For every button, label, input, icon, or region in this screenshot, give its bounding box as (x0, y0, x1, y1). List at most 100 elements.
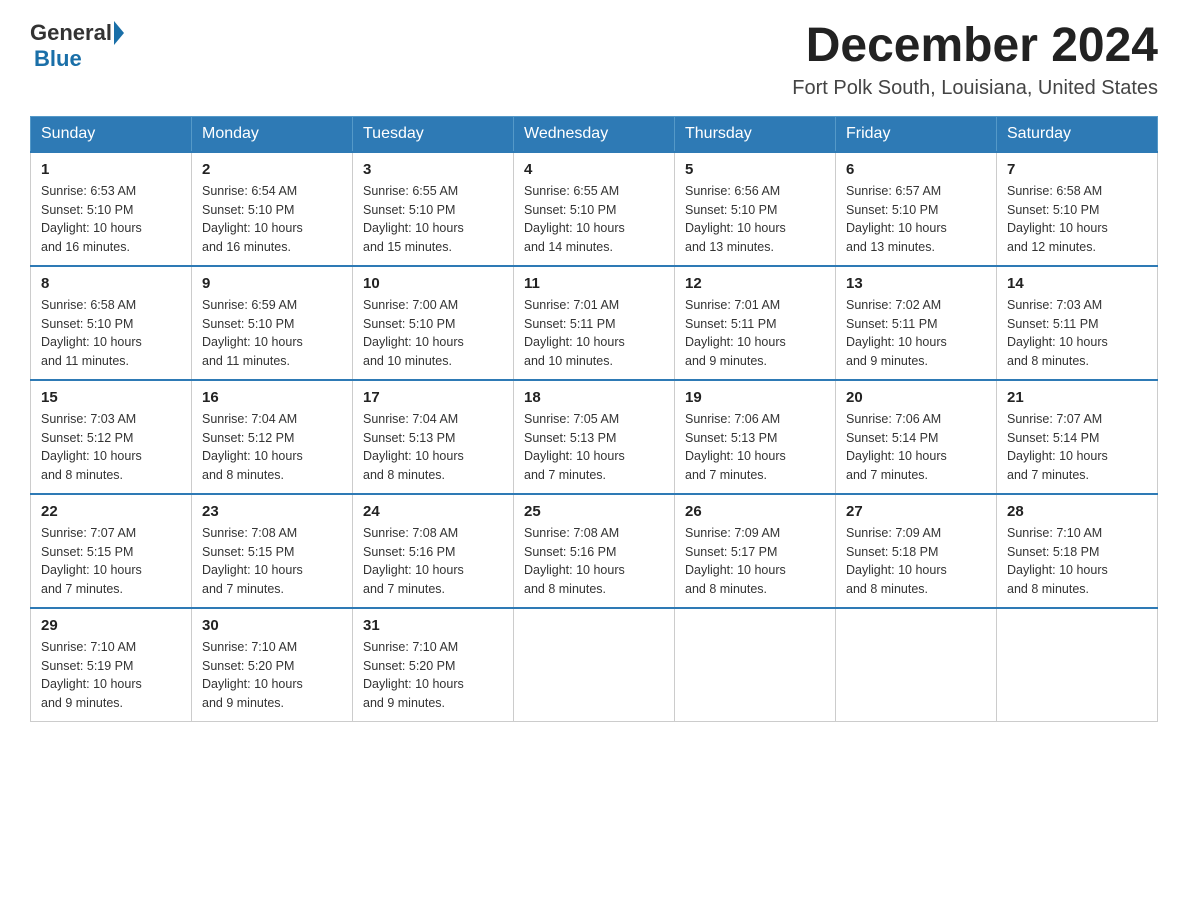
calendar-cell: 3Sunrise: 6:55 AMSunset: 5:10 PMDaylight… (353, 152, 514, 266)
header-sunday: Sunday (31, 116, 192, 152)
calendar-cell: 7 Sunrise: 6:58 AMSunset: 5:10 PMDaylight… (997, 152, 1158, 266)
day-number: 7 (1007, 161, 1147, 178)
day-info: Sunrise: 6:58 AMSunset: 5:10 PMDaylight:… (41, 296, 181, 371)
day-info: Sunrise: 6:53 AMSunset: 5:10 PMDaylight:… (41, 182, 181, 257)
day-info: Sunrise: 7:01 AMSunset: 5:11 PMDaylight:… (524, 296, 664, 371)
day-info: Sunrise: 7:06 AMSunset: 5:13 PMDaylight:… (685, 410, 825, 485)
calendar-cell: 22 Sunrise: 7:07 AMSunset: 5:15 PMDayligh… (31, 494, 192, 608)
calendar-cell: 8 Sunrise: 6:58 AMSunset: 5:10 PMDaylight… (31, 266, 192, 380)
day-info: Sunrise: 7:02 AMSunset: 5:11 PMDaylight:… (846, 296, 986, 371)
calendar-cell (514, 608, 675, 722)
calendar-cell: 10 Sunrise: 7:00 AMSunset: 5:10 PMDayligh… (353, 266, 514, 380)
day-number: 2 (202, 161, 342, 178)
day-info: Sunrise: 7:08 AMSunset: 5:15 PMDaylight:… (202, 524, 342, 599)
calendar-header: SundayMondayTuesdayWednesdayThursdayFrid… (31, 116, 1158, 152)
location-title: Fort Polk South, Louisiana, United State… (792, 77, 1158, 100)
calendar-week-4: 22 Sunrise: 7:07 AMSunset: 5:15 PMDayligh… (31, 494, 1158, 608)
calendar-cell (836, 608, 997, 722)
calendar-cell: 16 Sunrise: 7:04 AMSunset: 5:12 PMDayligh… (192, 380, 353, 494)
day-info: Sunrise: 7:04 AMSunset: 5:13 PMDaylight:… (363, 410, 503, 485)
day-number: 6 (846, 161, 986, 178)
day-number: 10 (363, 275, 503, 292)
day-number: 31 (363, 617, 503, 634)
page-header: General Blue December 2024 Fort Polk Sou… (30, 20, 1158, 100)
day-number: 27 (846, 503, 986, 520)
calendar-cell: 12Sunrise: 7:01 AMSunset: 5:11 PMDayligh… (675, 266, 836, 380)
day-number: 5 (685, 161, 825, 178)
calendar-cell: 24 Sunrise: 7:08 AMSunset: 5:16 PMDayligh… (353, 494, 514, 608)
day-info: Sunrise: 6:58 AMSunset: 5:10 PMDaylight:… (1007, 182, 1147, 257)
logo-arrow-icon (114, 21, 124, 45)
day-number: 20 (846, 389, 986, 406)
day-info: Sunrise: 7:10 AMSunset: 5:20 PMDaylight:… (363, 638, 503, 713)
title-area: December 2024 Fort Polk South, Louisiana… (792, 20, 1158, 100)
calendar-cell (675, 608, 836, 722)
day-info: Sunrise: 6:55 AMSunset: 5:10 PMDaylight:… (524, 182, 664, 257)
day-number: 26 (685, 503, 825, 520)
day-info: Sunrise: 6:56 AMSunset: 5:10 PMDaylight:… (685, 182, 825, 257)
calendar-cell: 5 Sunrise: 6:56 AMSunset: 5:10 PMDaylight… (675, 152, 836, 266)
day-number: 30 (202, 617, 342, 634)
calendar-cell: 13 Sunrise: 7:02 AMSunset: 5:11 PMDayligh… (836, 266, 997, 380)
day-info: Sunrise: 6:54 AMSunset: 5:10 PMDaylight:… (202, 182, 342, 257)
day-info: Sunrise: 7:00 AMSunset: 5:10 PMDaylight:… (363, 296, 503, 371)
calendar-cell: 25Sunrise: 7:08 AMSunset: 5:16 PMDayligh… (514, 494, 675, 608)
day-info: Sunrise: 7:07 AMSunset: 5:15 PMDaylight:… (41, 524, 181, 599)
month-title: December 2024 (792, 20, 1158, 73)
header-monday: Monday (192, 116, 353, 152)
day-info: Sunrise: 7:05 AMSunset: 5:13 PMDaylight:… (524, 410, 664, 485)
calendar-cell: 14 Sunrise: 7:03 AMSunset: 5:11 PMDayligh… (997, 266, 1158, 380)
calendar-week-3: 15 Sunrise: 7:03 AMSunset: 5:12 PMDayligh… (31, 380, 1158, 494)
day-number: 25 (524, 503, 664, 520)
day-number: 15 (41, 389, 181, 406)
day-number: 1 (41, 161, 181, 178)
logo-general: General (30, 20, 112, 46)
day-number: 18 (524, 389, 664, 406)
calendar-cell: 11 Sunrise: 7:01 AMSunset: 5:11 PMDayligh… (514, 266, 675, 380)
calendar-cell: 18 Sunrise: 7:05 AMSunset: 5:13 PMDayligh… (514, 380, 675, 494)
header-friday: Friday (836, 116, 997, 152)
day-number: 21 (1007, 389, 1147, 406)
day-info: Sunrise: 7:10 AMSunset: 5:19 PMDaylight:… (41, 638, 181, 713)
day-number: 8 (41, 275, 181, 292)
day-info: Sunrise: 7:10 AMSunset: 5:18 PMDaylight:… (1007, 524, 1147, 599)
day-number: 9 (202, 275, 342, 292)
calendar-cell: 19Sunrise: 7:06 AMSunset: 5:13 PMDayligh… (675, 380, 836, 494)
day-number: 11 (524, 275, 664, 292)
day-info: Sunrise: 7:10 AMSunset: 5:20 PMDaylight:… (202, 638, 342, 713)
logo-blue: Blue (34, 46, 82, 72)
calendar-body: 1 Sunrise: 6:53 AMSunset: 5:10 PMDaylight… (31, 152, 1158, 722)
day-info: Sunrise: 6:57 AMSunset: 5:10 PMDaylight:… (846, 182, 986, 257)
day-info: Sunrise: 7:03 AMSunset: 5:11 PMDaylight:… (1007, 296, 1147, 371)
calendar-week-1: 1 Sunrise: 6:53 AMSunset: 5:10 PMDaylight… (31, 152, 1158, 266)
calendar-week-2: 8 Sunrise: 6:58 AMSunset: 5:10 PMDaylight… (31, 266, 1158, 380)
calendar-cell: 4Sunrise: 6:55 AMSunset: 5:10 PMDaylight… (514, 152, 675, 266)
day-number: 13 (846, 275, 986, 292)
calendar-cell: 1 Sunrise: 6:53 AMSunset: 5:10 PMDaylight… (31, 152, 192, 266)
day-number: 17 (363, 389, 503, 406)
header-tuesday: Tuesday (353, 116, 514, 152)
day-number: 22 (41, 503, 181, 520)
header-thursday: Thursday (675, 116, 836, 152)
calendar-cell: 31 Sunrise: 7:10 AMSunset: 5:20 PMDayligh… (353, 608, 514, 722)
day-info: Sunrise: 6:55 AMSunset: 5:10 PMDaylight:… (363, 182, 503, 257)
day-info: Sunrise: 7:01 AMSunset: 5:11 PMDaylight:… (685, 296, 825, 371)
day-number: 14 (1007, 275, 1147, 292)
logo: General Blue (30, 20, 126, 72)
calendar-cell: 29Sunrise: 7:10 AMSunset: 5:19 PMDayligh… (31, 608, 192, 722)
day-number: 24 (363, 503, 503, 520)
day-info: Sunrise: 7:04 AMSunset: 5:12 PMDaylight:… (202, 410, 342, 485)
day-number: 16 (202, 389, 342, 406)
calendar-cell (997, 608, 1158, 722)
header-wednesday: Wednesday (514, 116, 675, 152)
calendar-cell: 28Sunrise: 7:10 AMSunset: 5:18 PMDayligh… (997, 494, 1158, 608)
day-info: Sunrise: 7:03 AMSunset: 5:12 PMDaylight:… (41, 410, 181, 485)
calendar-cell: 27Sunrise: 7:09 AMSunset: 5:18 PMDayligh… (836, 494, 997, 608)
day-info: Sunrise: 7:08 AMSunset: 5:16 PMDaylight:… (363, 524, 503, 599)
calendar-cell: 9 Sunrise: 6:59 AMSunset: 5:10 PMDaylight… (192, 266, 353, 380)
day-info: Sunrise: 6:59 AMSunset: 5:10 PMDaylight:… (202, 296, 342, 371)
calendar-table: SundayMondayTuesdayWednesdayThursdayFrid… (30, 116, 1158, 722)
calendar-cell: 26Sunrise: 7:09 AMSunset: 5:17 PMDayligh… (675, 494, 836, 608)
calendar-cell: 15 Sunrise: 7:03 AMSunset: 5:12 PMDayligh… (31, 380, 192, 494)
calendar-cell: 2 Sunrise: 6:54 AMSunset: 5:10 PMDaylight… (192, 152, 353, 266)
